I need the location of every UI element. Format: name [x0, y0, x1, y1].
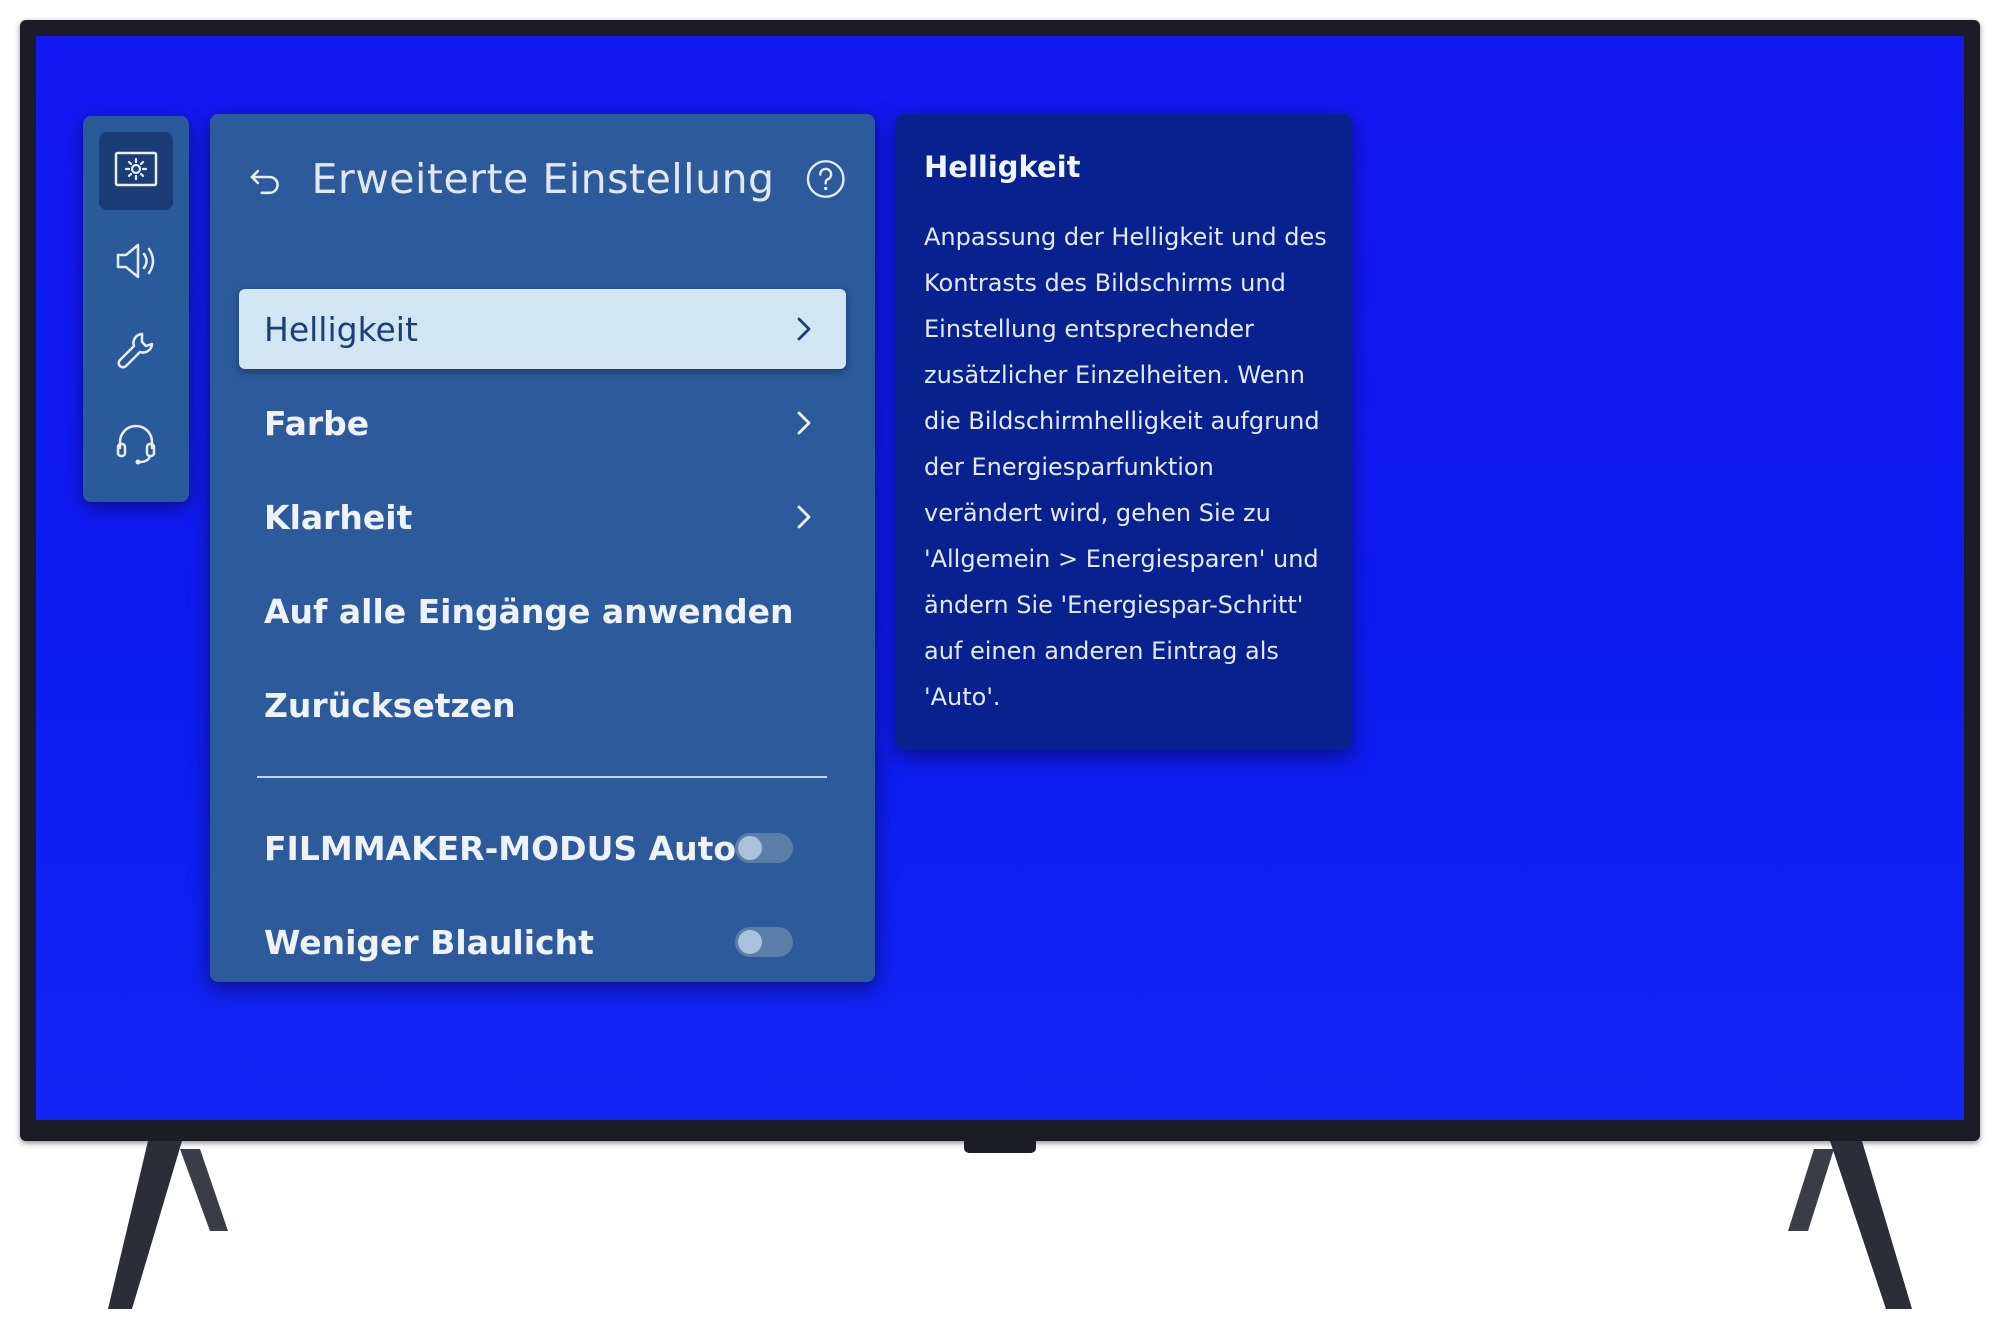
advanced-settings-menu: Erweiterte Einstellung Helligkeit Farbe [210, 114, 875, 982]
menu-item-label: Weniger Blaulicht [264, 922, 594, 962]
nav-item-picture[interactable] [99, 132, 173, 210]
blue-light-toggle[interactable] [735, 927, 793, 957]
tv-leg-left [108, 1141, 228, 1309]
menu-item-label: Farbe [264, 403, 370, 443]
tv-screen: Erweiterte Einstellung Helligkeit Farbe [36, 36, 1964, 1120]
help-icon[interactable] [805, 158, 846, 200]
back-icon[interactable] [246, 159, 285, 199]
info-line: verändert wird, gehen Sie zu [924, 499, 1271, 527]
info-line: der Energiesparfunktion [924, 453, 1214, 481]
info-line: 'Auto'. [924, 683, 1001, 711]
info-line: die Bildschirmhelligkeit aufgrund [924, 407, 1320, 435]
menu-item-label: FILMMAKER-MODUS Auto-... [264, 828, 788, 868]
info-line: zusätzlicher Einzelheiten. Wenn [924, 361, 1305, 389]
menu-item-filmmaker-mode-auto[interactable]: FILMMAKER-MODUS Auto-... [239, 808, 846, 888]
toggle-knob [738, 836, 762, 860]
info-line: Kontrasts des Bildschirms und [924, 269, 1286, 297]
menu-divider [257, 776, 827, 778]
info-title: Helligkeit [924, 150, 1081, 184]
filmmaker-mode-toggle[interactable] [735, 833, 793, 863]
menu-item-brightness[interactable]: Helligkeit [239, 289, 846, 369]
chevron-right-icon [797, 317, 811, 341]
picture-settings-icon [114, 151, 158, 187]
headset-icon [116, 424, 156, 465]
menu-item-apply-all-inputs[interactable]: Auf alle Eingänge anwenden [239, 571, 846, 651]
menu-item-clarity[interactable]: Klarheit [239, 477, 846, 557]
wrench-icon [117, 332, 154, 369]
nav-item-sound[interactable] [99, 222, 173, 300]
menu-header: Erweiterte Einstellung [246, 144, 846, 214]
chevron-right-icon [797, 505, 811, 529]
settings-category-nav [83, 116, 189, 502]
info-line: Anpassung der Helligkeit und des [924, 223, 1327, 251]
speaker-icon [116, 243, 155, 279]
info-description: Anpassung der Helligkeit und des Kontras… [924, 214, 1336, 720]
tv-camera-notch [964, 1141, 1036, 1153]
info-panel: Helligkeit Anpassung der Helligkeit und … [896, 114, 1352, 750]
menu-item-label: Auf alle Eingänge anwenden [264, 591, 794, 631]
tv-bezel: Erweiterte Einstellung Helligkeit Farbe [20, 20, 1980, 1141]
menu-item-reset[interactable]: Zurücksetzen [239, 665, 846, 745]
menu-item-less-blue-light[interactable]: Weniger Blaulicht [239, 902, 846, 982]
menu-item-label: Klarheit [264, 497, 413, 537]
nav-item-support[interactable] [99, 403, 173, 481]
page-title: Erweiterte Einstellung [311, 155, 775, 203]
info-line: Einstellung entsprechender [924, 315, 1254, 343]
nav-item-general[interactable] [99, 313, 173, 391]
menu-item-color[interactable]: Farbe [239, 383, 846, 463]
chevron-right-icon [797, 411, 811, 435]
menu-item-label: Helligkeit [264, 309, 418, 349]
info-line: 'Allgemein > Energiesparen' und [924, 545, 1319, 573]
tv: Erweiterte Einstellung Helligkeit Farbe [0, 0, 2000, 1322]
info-line: ändern Sie 'Energiespar-Schritt' [924, 591, 1304, 619]
tv-leg-right [1788, 1141, 1912, 1309]
toggle-knob [738, 930, 762, 954]
info-line: auf einen anderen Eintrag als [924, 637, 1279, 665]
menu-item-label: Zurücksetzen [264, 685, 516, 725]
